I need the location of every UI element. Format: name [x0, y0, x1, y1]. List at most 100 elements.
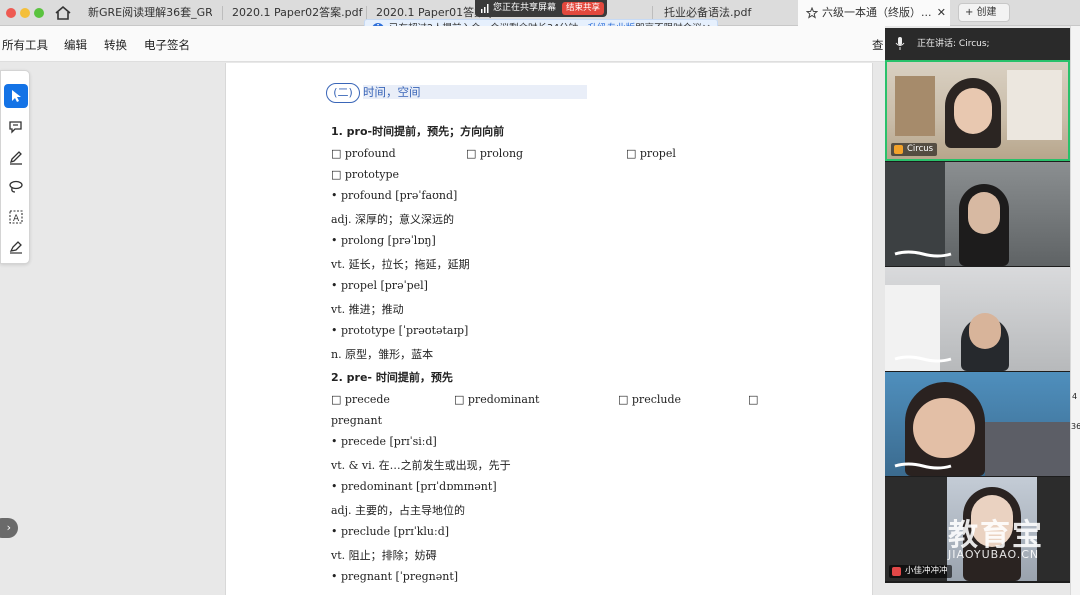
lasso-tool[interactable] — [4, 175, 28, 199]
word-checkbox: □ profound — [331, 147, 396, 160]
tab-gre[interactable]: 新GRE阅读理解36套_GR... — [80, 0, 212, 26]
section-badge: (二) — [326, 83, 360, 103]
tool-panel: A — [0, 70, 30, 264]
cursor-tool[interactable] — [4, 84, 28, 108]
menu-all-tools[interactable]: 所有工具 — [2, 37, 48, 53]
entry-word: • precede [prɪˈsiːd] — [331, 435, 437, 448]
face — [968, 192, 1000, 234]
tab-cet6[interactable]: 六级一本通（终版）... ✕ — [798, 0, 950, 26]
redaction-scribble — [894, 355, 952, 363]
signal-icon — [481, 4, 489, 13]
pen-tool[interactable] — [4, 145, 28, 169]
mic-icon — [895, 37, 905, 50]
zoom-value: 36 — [1071, 422, 1080, 431]
subheading-pro: 1. pro-时间提前，预先；方向向前 — [331, 125, 505, 138]
user-icon — [894, 145, 903, 154]
menu-e-sign[interactable]: 电子签名 — [144, 37, 190, 53]
entry-definition: vt. 延长，拉长；拖延，延期 — [331, 258, 470, 271]
lasso-icon — [9, 180, 23, 193]
face — [954, 88, 992, 134]
video-panel: 正在讲话: Circus; Circus 小佳冲冲冲 — [885, 28, 1070, 583]
entry-word: • prototype [ˈprəʊtətaɪp] — [331, 324, 469, 337]
screen-share-bar: 您正在共享屏幕 结束共享 — [475, 0, 607, 17]
speaking-indicator: 正在讲话: Circus; — [885, 28, 1070, 60]
tab-label: 新GRE阅读理解36套_GR... — [88, 6, 212, 19]
tab-label: 六级一本通（终版）... — [822, 6, 932, 19]
pen-icon — [9, 151, 22, 165]
home-icon[interactable] — [52, 3, 74, 23]
video-tile-2[interactable] — [885, 162, 1070, 266]
word-checkbox: □ preclude — [618, 393, 682, 406]
entry-definition: adj. 深厚的；意义深远的 — [331, 213, 455, 226]
word-checkbox: □ — [748, 393, 759, 406]
menu-bar: 所有工具 编辑 转换 电子签名 查 — [0, 26, 885, 62]
create-button[interactable]: + 创建 — [958, 3, 1010, 22]
window — [1007, 70, 1062, 140]
entry-word: • pregnant [ˈpregnənt] — [331, 570, 459, 583]
entry-definition: n. 原型，雏形，蓝本 — [331, 348, 434, 361]
tab-paper02[interactable]: 2020.1 Paper02答案.pdf — [224, 0, 364, 26]
sign-icon — [9, 241, 22, 254]
face — [969, 313, 1001, 349]
right-sidebar: 4 36 — [1070, 26, 1080, 595]
sign-tool[interactable] — [4, 235, 28, 259]
entry-word: • preclude [prɪˈkluːd] — [331, 525, 450, 538]
menu-edit[interactable]: 编辑 — [64, 37, 87, 53]
tab-divider — [366, 6, 367, 20]
zoom-window-button[interactable] — [34, 8, 44, 18]
entry-definition: adj. 主要的，占主导地位的 — [331, 504, 466, 517]
tab-label: 2020.1 Paper02答案.pdf — [232, 6, 363, 19]
text-select-icon: A — [9, 210, 23, 224]
video-tile-4[interactable] — [885, 372, 1070, 476]
close-tab-icon[interactable]: ✕ — [937, 0, 946, 26]
word-checkbox: pregnant — [331, 414, 382, 427]
entry-word: • prolong [prəˈlɒŋ] — [331, 234, 436, 247]
redaction-scribble — [894, 462, 952, 470]
watermark-url: JIAOYUBAO.CN — [948, 548, 1040, 561]
minimize-window-button[interactable] — [20, 8, 30, 18]
share-status-text: 您正在共享屏幕 — [493, 3, 557, 13]
participant-label: 小佳冲冲冲 — [889, 565, 952, 578]
participant-label: Circus — [891, 143, 938, 156]
expand-panel-button[interactable]: › — [0, 518, 18, 538]
comment-icon — [9, 121, 22, 134]
entry-word: • propel [prəˈpel] — [331, 279, 428, 292]
tab-label: 托业必备语法.pdf — [664, 6, 752, 19]
page-number: 4 — [1072, 392, 1078, 401]
video-tile-circus[interactable]: Circus — [885, 60, 1070, 161]
pdf-page: (二) 时间，空间 1. pro-时间提前，预先；方向向前 □ profound… — [225, 63, 873, 595]
svg-text:A: A — [13, 214, 20, 224]
mic-muted-icon — [892, 567, 901, 576]
bookshelf — [895, 76, 935, 136]
participant-name: Circus — [907, 144, 934, 154]
subheading-pre: 2. pre- 时间提前，预先 — [331, 371, 453, 384]
speaking-name: Circus; — [958, 39, 990, 49]
star-icon[interactable] — [806, 7, 818, 19]
face — [913, 398, 975, 458]
entry-word: • profound [prəˈfaʊnd] — [331, 189, 458, 202]
close-window-button[interactable] — [6, 8, 16, 18]
stop-share-button[interactable]: 结束共享 — [561, 2, 604, 15]
participant-name: 小佳冲冲冲 — [905, 566, 948, 576]
word-checkbox: □ predominant — [454, 393, 540, 406]
section-title: 时间，空间 — [363, 85, 587, 99]
entry-definition: vt. & vi. 在…之前发生或出现，先于 — [331, 459, 511, 472]
shoulder — [985, 422, 1070, 476]
entry-definition: vt. 阻止；排除；妨碍 — [331, 549, 437, 562]
speaking-label: 正在讲话: — [917, 39, 957, 49]
word-checkbox: □ precede — [331, 393, 390, 406]
word-checkbox: □ prototype — [331, 168, 400, 181]
menu-convert[interactable]: 转换 — [104, 37, 127, 53]
word-checkbox: □ propel — [626, 147, 676, 160]
tab-divider — [652, 6, 653, 20]
cursor-icon — [12, 90, 21, 102]
redaction-scribble — [894, 250, 952, 258]
text-select-tool[interactable]: A — [4, 205, 28, 229]
tab-divider — [222, 6, 223, 20]
entry-definition: vt. 推进；推动 — [331, 303, 404, 316]
word-checkbox: □ prolong — [466, 147, 524, 160]
entry-word: • predominant [prɪˈdɒmɪnənt] — [331, 480, 497, 493]
comment-tool[interactable] — [4, 115, 28, 139]
video-tile-3[interactable] — [885, 267, 1070, 371]
menu-search[interactable]: 查 — [872, 37, 884, 53]
